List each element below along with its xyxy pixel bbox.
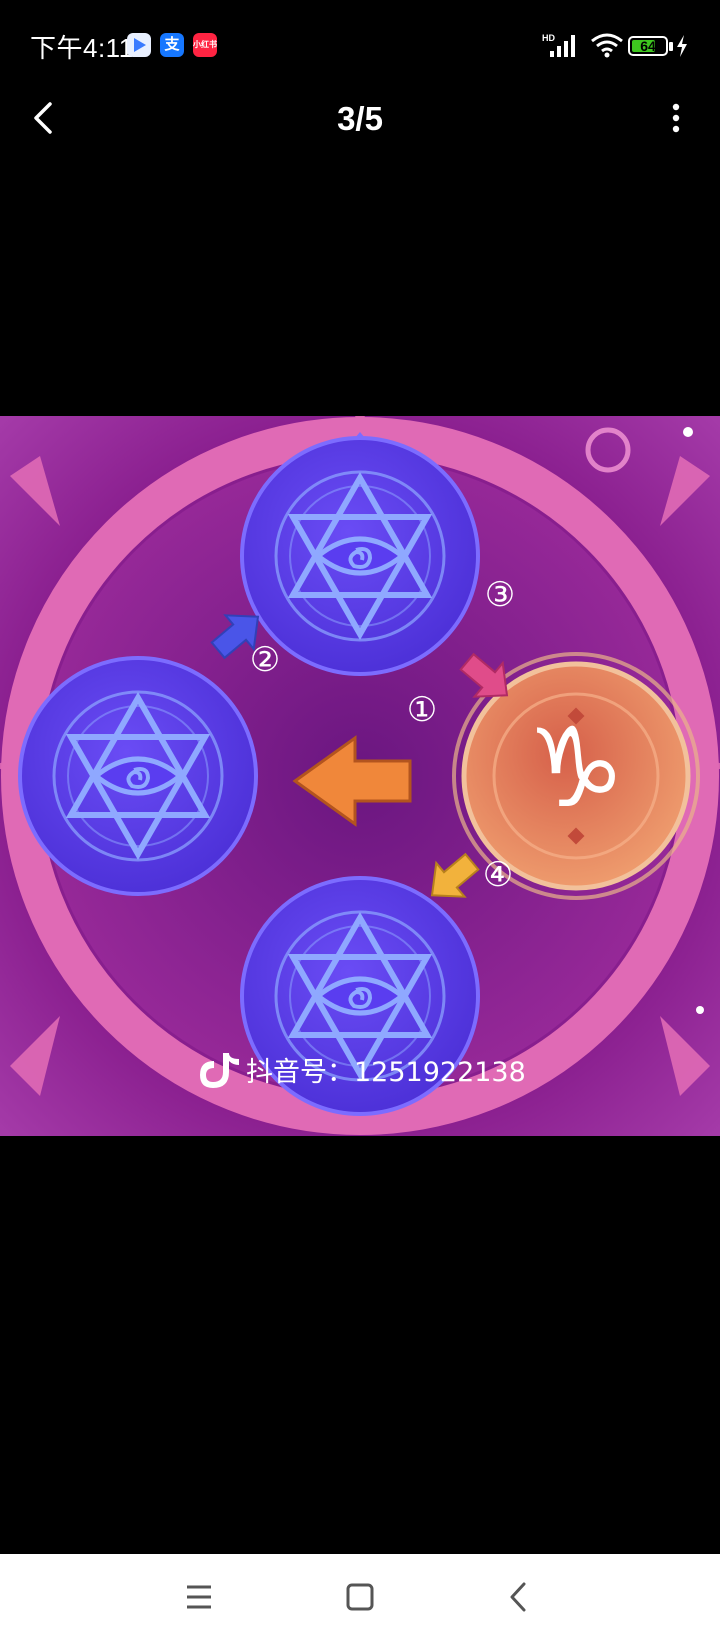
navigation-bar [0,1554,720,1640]
puzzle-svg: ♑ ① ② ③ ④ 抖音号：1251922138 [0,416,720,1136]
battery-nub [669,42,673,51]
battery-icon: 64 [628,36,668,56]
step-label-4: ④ [483,855,513,895]
home-icon[interactable] [335,1572,385,1622]
menu-icon[interactable] [174,1572,224,1622]
puzzle-image: ♑ ① ② ③ ④ 抖音号：1251922138 [0,416,720,1136]
tile-left [18,656,258,896]
watermark: 抖音号：1251922138 [200,1053,526,1088]
page-counter: 3/5 [337,100,383,137]
back-icon[interactable] [494,1572,544,1622]
xiaohongshu-icon: 小红书 [193,33,217,57]
signal-icon: HD [542,33,575,57]
step-label-2: ② [250,640,280,680]
step-label-1: ① [407,690,437,730]
play-store-icon [127,33,151,57]
charging-icon [677,35,687,57]
top-bar: 3/5 [0,80,720,156]
status-time: 下午4:11 [30,33,134,63]
alipay-icon: 支 [160,33,184,57]
wifi-icon [591,33,623,58]
status-bar: 下午4:11 支 小红书 HD 64 [0,0,720,90]
capricorn-symbol: ♑ [527,704,626,832]
watermark-text: 抖音号：1251922138 [246,1057,526,1088]
battery-percent: 64 [640,38,656,54]
network-type: HD [542,33,555,43]
more-options-icon[interactable] [660,94,692,142]
step-label-3: ③ [485,575,515,615]
